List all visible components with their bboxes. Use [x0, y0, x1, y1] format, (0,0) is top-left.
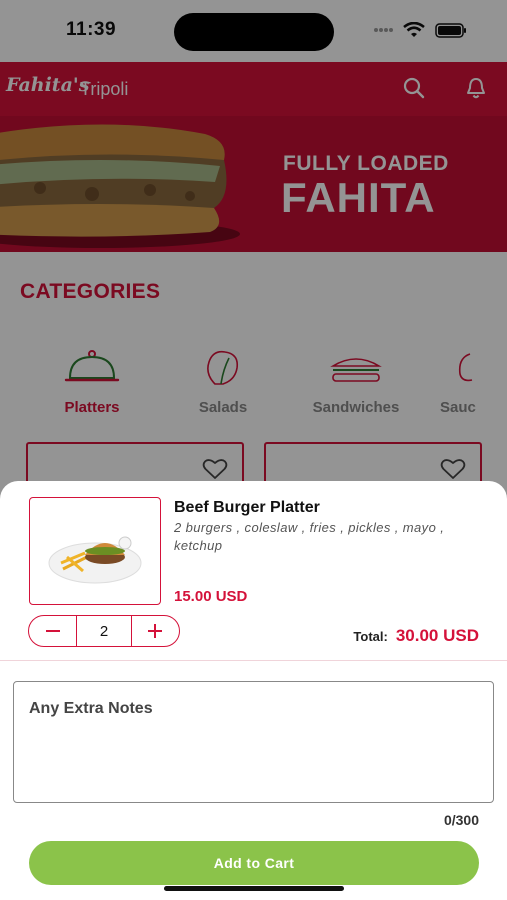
- divider: [0, 660, 507, 661]
- minus-icon: [45, 630, 60, 632]
- quantity-stepper: 2: [28, 615, 180, 647]
- order-total: Total: 30.00 USD: [353, 626, 479, 646]
- product-sheet: Beef Burger Platter 2 burgers , coleslaw…: [0, 481, 507, 900]
- burger-platter-image: [48, 536, 142, 584]
- total-value: 30.00 USD: [395, 626, 479, 645]
- extra-notes-input[interactable]: [13, 681, 494, 803]
- product-title: Beef Burger Platter: [174, 499, 320, 516]
- add-to-cart-button[interactable]: Add to Cart: [29, 841, 479, 885]
- increase-button[interactable]: [132, 616, 179, 646]
- notes-char-counter: 0/300: [443, 812, 479, 828]
- home-indicator[interactable]: [164, 886, 344, 891]
- product-description: 2 burgers , coleslaw , fries , pickles ,…: [174, 520, 445, 553]
- plus-icon: [148, 624, 163, 638]
- product-image: [29, 497, 161, 605]
- quantity-value: 2: [76, 616, 132, 646]
- product-price: 15.00 USD: [174, 588, 248, 605]
- decrease-button[interactable]: [29, 616, 76, 646]
- total-label: Total:: [353, 629, 388, 644]
